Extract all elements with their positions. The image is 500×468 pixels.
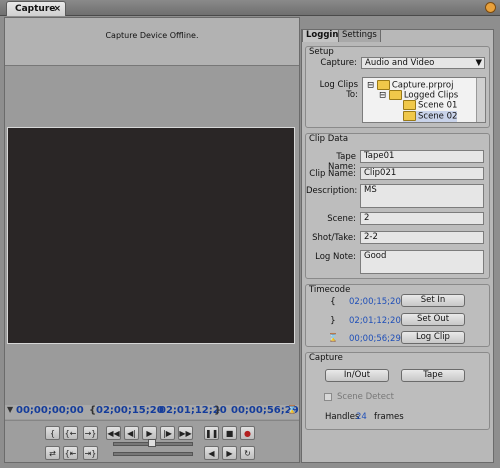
- capture-select[interactable]: Audio and Video ▼: [361, 57, 485, 69]
- step-back-icon[interactable]: ◀|: [124, 426, 139, 440]
- tab-settings[interactable]: Settings: [338, 29, 381, 42]
- capture-title: Capture: [309, 353, 343, 363]
- log-clip-button[interactable]: Log Clip: [401, 331, 465, 344]
- scene-field[interactable]: 2: [360, 212, 484, 225]
- tab-capture-label: Capture: [15, 4, 56, 14]
- rewind-icon[interactable]: ◀◀: [106, 426, 121, 440]
- timecode-title: Timecode: [309, 285, 351, 295]
- panel-menu-icon[interactable]: [485, 2, 496, 13]
- tree-item-selected[interactable]: Scene 02: [403, 111, 458, 122]
- tree-scrollbar[interactable]: [476, 78, 485, 122]
- current-timecode[interactable]: 00;00;00;00: [16, 405, 84, 416]
- device-status: Capture Device Offline.: [5, 18, 299, 66]
- set-in-button[interactable]: Set In: [401, 294, 465, 307]
- in-point-icon: {: [330, 297, 336, 307]
- slow-play-icon[interactable]: ▶: [222, 446, 237, 460]
- close-icon[interactable]: ×: [53, 2, 61, 16]
- transport-controls: { {← →} ◀◀ ◀| ▶ |▶ ▶▶ ❚❚ ■ ● ⇄ {⇤ ⇥} ◀ ▶…: [5, 420, 299, 462]
- scene-search-icon[interactable]: ⇄: [45, 446, 60, 460]
- set-out-button[interactable]: Set Out: [401, 313, 465, 326]
- jog-handle[interactable]: [148, 439, 156, 447]
- timecode-in-value[interactable]: 02;00;15;20: [349, 297, 401, 307]
- marker-icon: ▼: [7, 405, 14, 414]
- fast-forward-icon[interactable]: ▶▶: [178, 426, 193, 440]
- duration-icon: ⌛: [287, 405, 297, 414]
- record-icon[interactable]: ●: [240, 426, 255, 440]
- chevron-down-icon: ▼: [475, 58, 482, 68]
- clip-name-field[interactable]: Clip021: [360, 167, 484, 180]
- set-in-icon[interactable]: {: [45, 426, 60, 440]
- scene-detect-label: Scene Detect: [337, 392, 394, 402]
- step-forward-icon[interactable]: |▶: [160, 426, 175, 440]
- timecode-row: ▼ 00;00;00;00 { 02;00;15;20 02;01;12;20 …: [5, 405, 299, 419]
- out-point-icon: }: [330, 316, 336, 326]
- clip-data-title: Clip Data: [309, 134, 349, 144]
- scene-detect-checkbox[interactable]: [324, 393, 332, 401]
- shuttle-back-icon[interactable]: {⇤: [63, 446, 78, 460]
- shot-take-field[interactable]: 2-2: [360, 231, 484, 244]
- video-preview: [7, 127, 295, 344]
- go-to-in-icon[interactable]: {←: [63, 426, 78, 440]
- tree-item[interactable]: ⊟ Capture.prproj: [367, 80, 453, 91]
- loop-icon[interactable]: ↻: [240, 446, 255, 460]
- capture-value: Audio and Video: [365, 58, 435, 68]
- duration-icon: ⌛: [328, 333, 338, 342]
- handles-label: Handles: [325, 412, 360, 422]
- tree-item[interactable]: Scene 01: [403, 100, 457, 111]
- description-field[interactable]: MS: [360, 184, 484, 208]
- tape-name-field[interactable]: Tape01: [360, 150, 484, 163]
- slow-reverse-icon[interactable]: ◀: [204, 446, 219, 460]
- shuttle-forward-icon[interactable]: ⇥}: [83, 446, 98, 460]
- tree-item[interactable]: ⊟ Logged Clips: [379, 90, 458, 101]
- tab-capture[interactable]: Capture ×: [6, 1, 66, 16]
- log-note-label: Log Note:: [315, 252, 356, 262]
- setup-title: Setup: [309, 47, 334, 57]
- capture-label: Capture:: [320, 58, 357, 68]
- timecode-duration-value[interactable]: 00;00;56;29: [349, 334, 401, 344]
- log-clips-tree[interactable]: ⊟ Capture.prproj ⊟ Logged Clips Scene 01…: [362, 77, 486, 123]
- in-out-button[interactable]: In/Out: [325, 369, 389, 382]
- tape-button[interactable]: Tape: [401, 369, 465, 382]
- out-point-icon: }: [214, 405, 222, 416]
- in-timecode[interactable]: 02;00;15;20: [96, 405, 164, 416]
- clip-name-label: Clip Name:: [309, 169, 356, 179]
- pause-icon[interactable]: ❚❚: [204, 426, 219, 440]
- timecode-out-value[interactable]: 02;01;12;20: [349, 316, 401, 326]
- log-note-field[interactable]: Good: [360, 250, 484, 274]
- handles-value[interactable]: 24: [356, 412, 367, 422]
- panel-title-bar: Capture ×: [0, 0, 500, 16]
- go-to-out-icon[interactable]: →}: [83, 426, 98, 440]
- log-clips-label: Log Clips To:: [319, 80, 358, 100]
- description-label: Description:: [306, 186, 358, 196]
- scene-label: Scene:: [327, 214, 356, 224]
- shot-take-label: Shot/Take:: [312, 233, 356, 243]
- stop-icon[interactable]: ■: [222, 426, 237, 440]
- frames-label: frames: [374, 412, 404, 422]
- play-icon[interactable]: ▶: [142, 426, 157, 440]
- shuttle-slider[interactable]: [113, 452, 193, 456]
